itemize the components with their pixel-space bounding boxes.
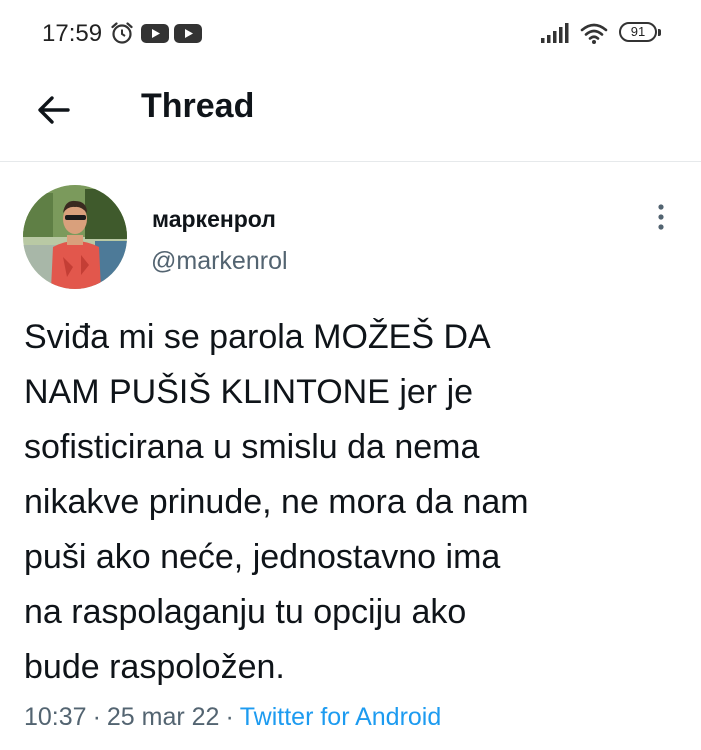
tweet-text-line: nikakve prinude, ne mora da nam bbox=[24, 483, 529, 521]
signal-icon bbox=[541, 23, 569, 48]
youtube-icon bbox=[174, 24, 202, 48]
tweet-text-line: sofisticirana u smislu da nema bbox=[24, 428, 480, 466]
profile-photo bbox=[23, 185, 127, 289]
battery-icon: 91 bbox=[619, 22, 661, 42]
avatar[interactable] bbox=[23, 185, 127, 289]
author-handle[interactable]: @markenrol bbox=[151, 247, 288, 276]
alarm-icon bbox=[110, 21, 134, 50]
thread-header: Thread bbox=[0, 66, 701, 162]
back-button[interactable] bbox=[32, 88, 76, 132]
tweet-text-line: puši ako neće, jednostavno ima bbox=[24, 538, 501, 576]
youtube-icon bbox=[141, 24, 169, 48]
tweet-source-link[interactable]: Twitter for Android bbox=[240, 703, 441, 731]
page-title: Thread bbox=[141, 87, 255, 125]
tweet-text-line: NAM PUŠIŠ KLINTONE jer je bbox=[24, 373, 474, 411]
tweet-date: 25 mar 22 bbox=[106, 703, 220, 731]
status-time: 17:59 bbox=[42, 20, 103, 47]
wifi-icon bbox=[580, 22, 608, 49]
more-vertical-icon bbox=[658, 204, 664, 230]
tweet-time: 10:37 bbox=[24, 703, 87, 731]
tweet-metadata: 10:37 · 25 mar 22 · Twitter for Android bbox=[24, 703, 441, 732]
meta-separator: · bbox=[92, 703, 101, 731]
arrow-left-icon bbox=[38, 96, 70, 124]
tweet-text-line: bude raspoložen. bbox=[24, 648, 285, 686]
more-options-button[interactable] bbox=[646, 200, 676, 236]
tweet-text-line: Sviđa mi se parola MOŽEŠ DA bbox=[24, 318, 491, 356]
author-name[interactable]: маркенрол bbox=[152, 206, 276, 233]
tweet-text-line: na raspolaganju tu opciju ako bbox=[24, 593, 467, 631]
meta-separator: · bbox=[225, 703, 234, 731]
tweet-text: Sviđa mi se parola MOŽEŠ DA NAM PUŠIŠ KL… bbox=[24, 310, 684, 695]
status-bar: 17:59 91 bbox=[0, 0, 701, 66]
